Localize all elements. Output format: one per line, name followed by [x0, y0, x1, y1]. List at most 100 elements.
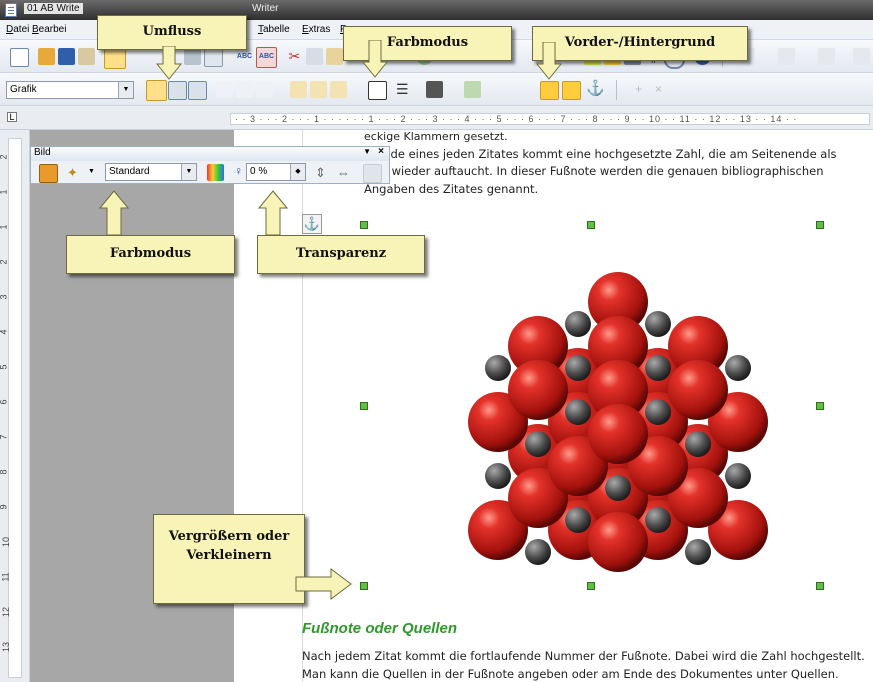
dropdown-icon[interactable]: ▼	[363, 147, 371, 156]
align-top-icon[interactable]	[290, 81, 307, 98]
align-bottom-icon[interactable]	[330, 81, 347, 98]
color-mode-select[interactable]: Standard ▼	[105, 163, 197, 181]
gray-atom	[645, 355, 671, 381]
borders-icon[interactable]	[368, 81, 387, 100]
align-right-icon[interactable]	[256, 81, 273, 98]
align-middle-icon[interactable]	[310, 81, 327, 98]
document-line: eckige Klammern gesetzt.	[364, 130, 508, 143]
frame-icon[interactable]	[818, 48, 835, 65]
crystal-structure-image[interactable]	[452, 262, 784, 580]
red-atom	[588, 512, 648, 572]
callout-vorder-hintergrund: Vorder-/Hintergrund	[532, 26, 748, 61]
gray-atom	[685, 431, 711, 457]
overflow-icon[interactable]	[853, 48, 870, 65]
insert-icon[interactable]	[778, 48, 795, 65]
anchor-icon[interactable]: ⚓	[302, 214, 322, 234]
menu-tabelle[interactable]: Tabelle	[258, 24, 290, 35]
arrow-up-icon	[99, 190, 129, 236]
resize-handle[interactable]	[360, 221, 368, 229]
spellcheck-icon[interactable]: ABC	[236, 48, 253, 65]
align-left-icon[interactable]	[216, 81, 233, 98]
resize-handle[interactable]	[360, 402, 368, 410]
gray-atom	[565, 399, 591, 425]
resize-handle[interactable]	[816, 582, 824, 590]
wrap-through-icon[interactable]	[188, 81, 207, 100]
open-folder-icon[interactable]	[38, 48, 55, 65]
color-icon[interactable]	[207, 164, 224, 181]
print-icon[interactable]	[184, 48, 201, 65]
gray-atom	[645, 311, 671, 337]
flip-vertical-icon[interactable]: ⇕	[312, 164, 329, 181]
close-icon[interactable]: ×	[378, 146, 384, 157]
filter-icon[interactable]	[39, 164, 58, 183]
unlink-frames-icon[interactable]: ×	[650, 81, 667, 98]
arrow-right-icon	[295, 568, 352, 600]
picture-toolbar-header[interactable]: Bild ▼ ×	[31, 146, 389, 161]
copy-icon[interactable]	[306, 48, 323, 65]
vertical-ruler: 2112345678910111213	[0, 130, 30, 682]
callout-umfluss: Umfluss	[97, 15, 247, 50]
document-icon	[5, 3, 17, 17]
page-preview-icon[interactable]	[204, 48, 223, 67]
wrap-page-icon[interactable]	[168, 81, 187, 100]
picture-toolbar-title: Bild	[34, 147, 51, 158]
graphics-filter-icon[interactable]: ✦	[67, 164, 84, 181]
document-line: Nach jedem Zitat kommt die fortlaufende …	[302, 649, 865, 663]
horizontal-ruler: L · · 3 · · · 2 · · · 1 · · · · · · 1 · …	[0, 106, 873, 130]
send-to-back-icon[interactable]	[562, 81, 581, 100]
insert-frame-icon[interactable]: +	[630, 81, 647, 98]
molecule-svg	[468, 272, 768, 572]
gray-atom	[725, 355, 751, 381]
autospellcheck-icon[interactable]: ABC	[256, 47, 277, 68]
ruler-number: 1	[0, 189, 9, 194]
frame-toolbar: Grafik ▼ ☰ ⚓ + ×	[0, 73, 873, 106]
gray-atom	[685, 539, 711, 565]
ruler-number: 2	[0, 154, 9, 159]
ruler-number: 4	[0, 329, 9, 334]
resize-handle[interactable]	[816, 221, 824, 229]
align-center-icon[interactable]	[236, 81, 253, 98]
resize-handle[interactable]	[816, 402, 824, 410]
wrap-off-icon[interactable]	[146, 80, 167, 101]
resize-handle[interactable]	[587, 582, 595, 590]
transparency-input[interactable]: 0 % ◆	[246, 163, 306, 181]
toolbar-separator	[616, 80, 617, 100]
ruler-number: 5	[0, 364, 9, 369]
line-style-icon[interactable]: ☰	[396, 81, 413, 98]
flip-horizontal-icon[interactable]: ⇔	[335, 164, 352, 181]
ruler-number: 3	[0, 294, 9, 299]
arrow-up-icon	[258, 190, 288, 236]
gray-atom	[645, 507, 671, 533]
edit-mode-icon[interactable]	[104, 47, 126, 69]
style-select[interactable]: Grafik ▼	[6, 81, 134, 99]
crop-icon[interactable]	[363, 164, 382, 183]
transparency-icon: ♀	[234, 164, 243, 178]
resize-handle[interactable]	[587, 221, 595, 229]
tab-stop-icon[interactable]: L	[7, 112, 17, 122]
style-select-value: Grafik	[10, 84, 37, 95]
chevron-down-icon[interactable]: ▼	[88, 168, 95, 175]
section-heading: Fußnote oder Quellen	[302, 620, 458, 637]
ruler-number: 6	[0, 399, 9, 404]
background-color-icon[interactable]	[464, 81, 481, 98]
menu-bearbeiten[interactable]: Bearbei	[32, 24, 66, 35]
chevron-down-icon: ▼	[181, 164, 196, 180]
anchor-icon[interactable]: ⚓	[586, 80, 605, 97]
chevron-down-icon: ▼	[118, 82, 133, 98]
ruler-number: 11	[0, 572, 11, 582]
save-icon[interactable]	[58, 48, 75, 65]
gray-atom	[525, 431, 551, 457]
paste-icon[interactable]	[326, 48, 343, 65]
email-icon[interactable]	[78, 48, 95, 65]
ruler-number: 13	[1, 641, 12, 653]
ruler-number: 1	[0, 224, 9, 229]
menu-datei[interactable]: Datei	[6, 24, 29, 35]
cut-icon[interactable]: ✂	[286, 48, 303, 65]
menu-extras[interactable]: Extras	[302, 24, 330, 35]
border-color-icon[interactable]	[426, 81, 443, 98]
document-line: Man kann die Quellen in der Fußnote ange…	[302, 667, 839, 681]
bring-to-front-icon[interactable]	[540, 81, 559, 100]
new-document-icon[interactable]	[10, 48, 29, 67]
spinner-icon[interactable]: ◆	[290, 164, 305, 180]
resize-handle[interactable]	[360, 582, 368, 590]
